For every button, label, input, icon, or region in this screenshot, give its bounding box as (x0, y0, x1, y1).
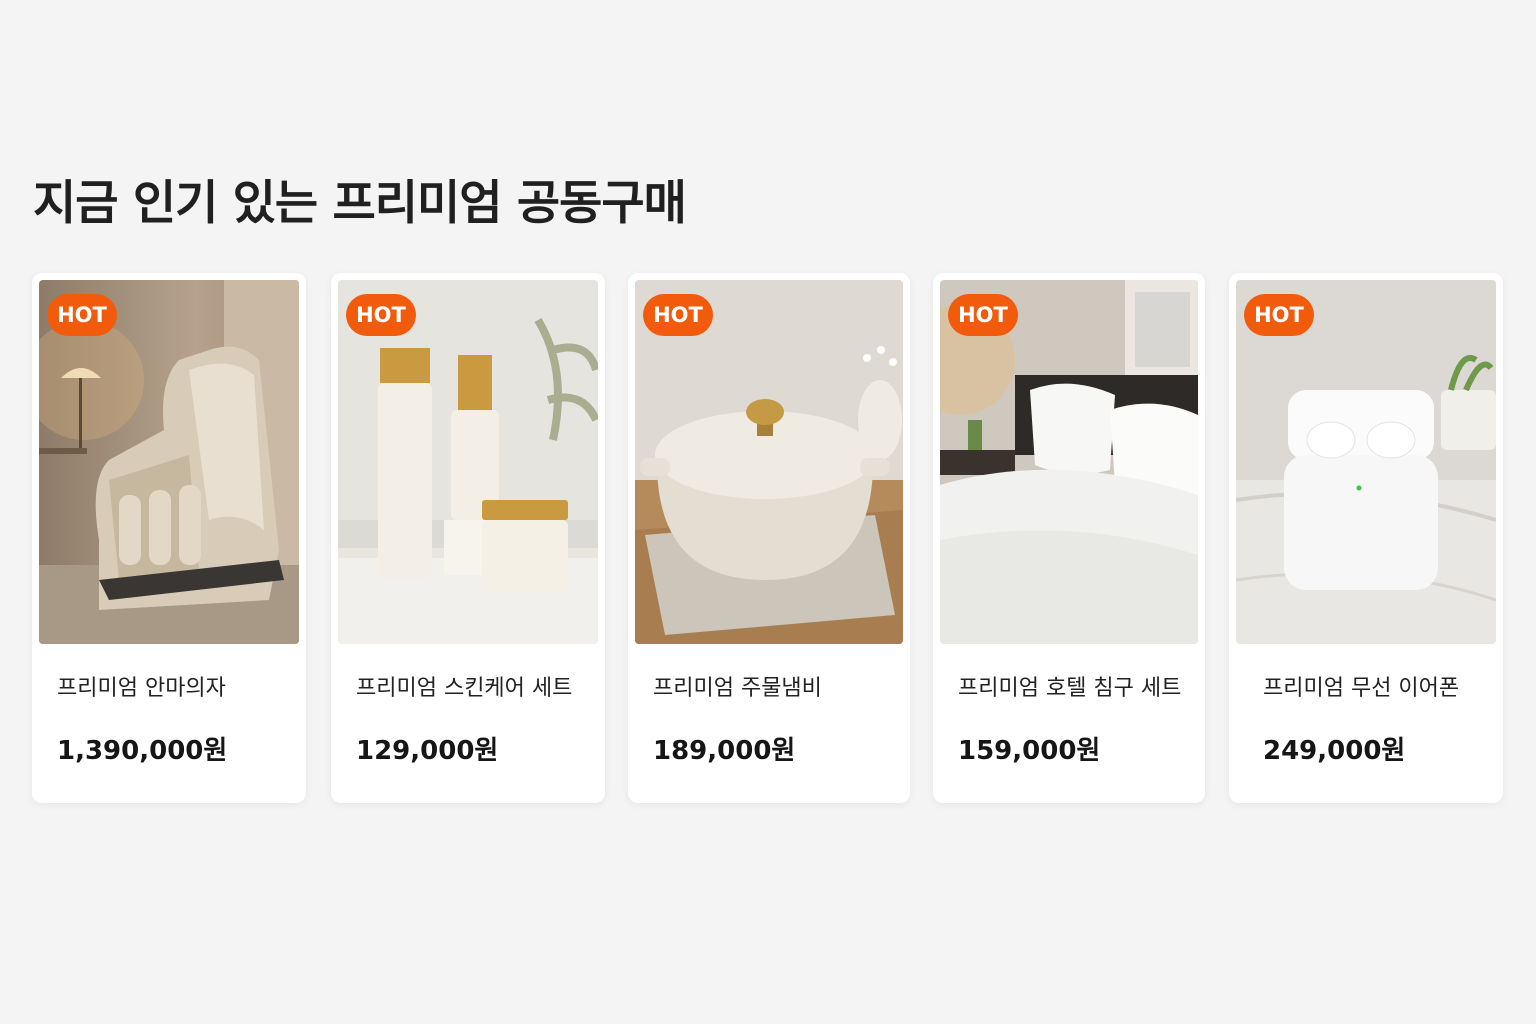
product-price: 1,390,000원 (57, 736, 228, 766)
product-name[interactable]: 프리미엄 스킨케어 세트 (356, 670, 572, 702)
product-name[interactable]: 프리미엄 무선 이어폰 (1263, 670, 1459, 702)
hotel-bedding-image[interactable]: HOT (940, 280, 1198, 644)
hot-badge: HOT (643, 294, 713, 336)
product-card[interactable]: HOT 프리미엄 스킨케어 세트 129,000원 (331, 273, 605, 803)
page-title: 지금 인기 있는 프리미엄 공동구매 (33, 176, 687, 231)
product-price: 159,000원 (958, 736, 1101, 766)
product-name[interactable]: 프리미엄 안마의자 (57, 670, 226, 702)
hot-badge: HOT (948, 294, 1018, 336)
product-card[interactable]: HOT 프리미엄 안마의자 1,390,000원 (32, 273, 306, 803)
cast-iron-pot-image[interactable]: HOT (635, 280, 903, 644)
product-price: 189,000원 (653, 736, 796, 766)
hot-badge: HOT (1244, 294, 1314, 336)
product-name[interactable]: 프리미엄 주물냄비 (653, 670, 822, 702)
product-price: 249,000원 (1263, 736, 1406, 766)
product-name[interactable]: 프리미엄 호텔 침구 세트 (958, 670, 1181, 702)
hot-badge: HOT (47, 294, 117, 336)
product-price: 129,000원 (356, 736, 499, 766)
product-card[interactable]: HOT 프리미엄 호텔 침구 세트 159,000원 (933, 273, 1205, 803)
product-card[interactable]: HOT 프리미엄 주물냄비 189,000원 (628, 273, 910, 803)
massage-chair-image[interactable]: HOT (39, 280, 299, 644)
wireless-earbuds-image[interactable]: HOT (1236, 280, 1496, 644)
product-card[interactable]: HOT 프리미엄 무선 이어폰 249,000원 (1229, 273, 1503, 803)
hot-badge: HOT (346, 294, 416, 336)
skincare-set-image[interactable]: HOT (338, 280, 598, 644)
